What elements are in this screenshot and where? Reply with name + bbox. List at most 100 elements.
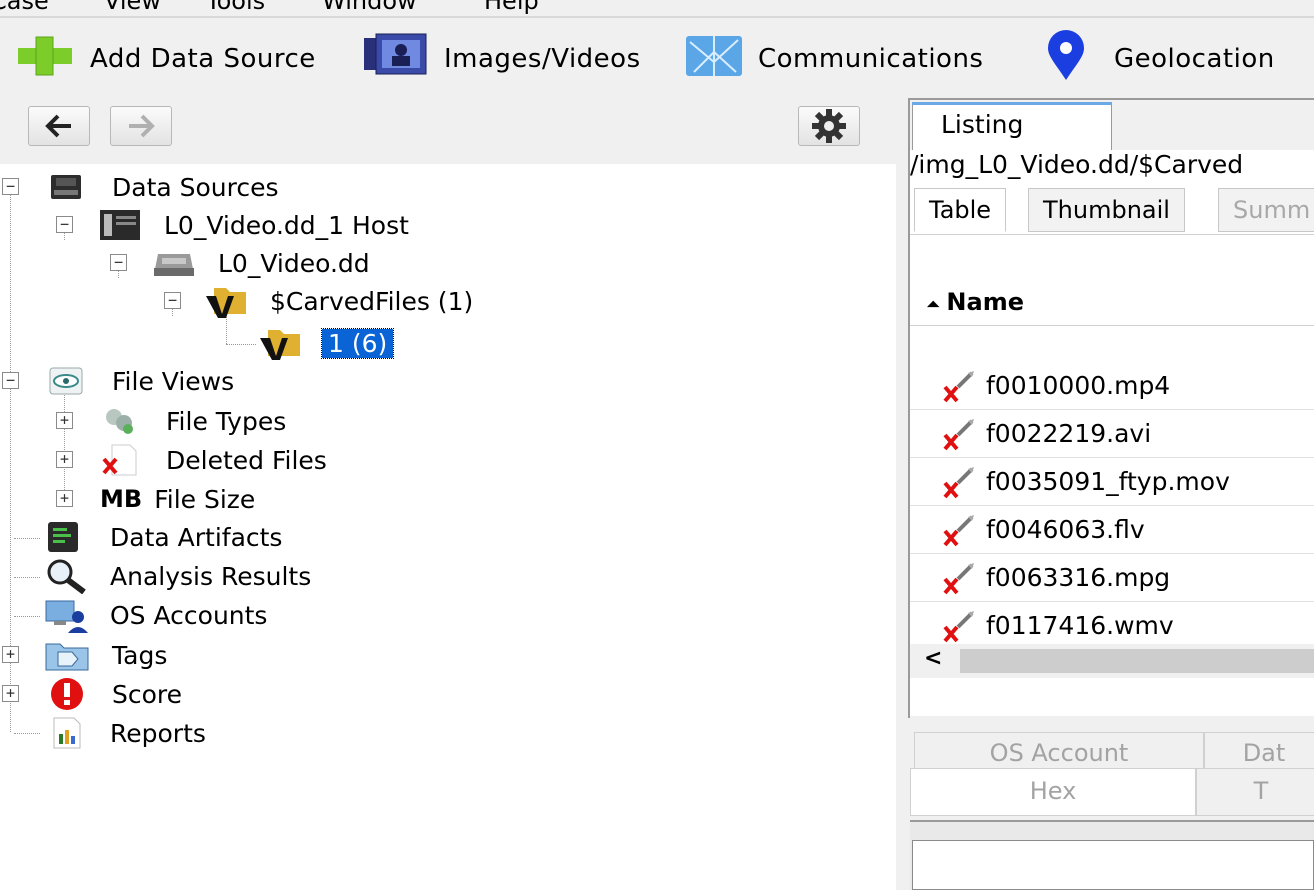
expand-deleted-files-toggle[interactable]: + [56,451,73,468]
tree-item-data-sources[interactable]: Data Sources [48,168,279,206]
collapse-image-toggle[interactable]: − [110,254,127,271]
expand-file-types-toggle[interactable]: + [56,412,73,429]
collapse-carved-toggle[interactable]: − [164,292,181,309]
images-videos-icon [362,32,430,87]
data-sources-icon [51,175,81,199]
tree-item-carved-files[interactable]: $CarvedFiles (1) [204,282,473,320]
collapse-host-toggle[interactable]: − [56,216,73,233]
table-row[interactable]: f0117416.wmv [910,602,1314,650]
result-subtabs: Table Thumbnail Summ [910,184,1314,234]
tree-label: Tags [112,640,168,670]
communications-icon [684,32,744,87]
tab-os-account[interactable]: OS Account [914,732,1204,772]
content-viewer: OS Account Dat Hex T [908,730,1314,890]
tree-label: OS Accounts [110,600,268,630]
images-videos-label: Images/Videos [444,44,641,74]
gear-icon [812,109,846,143]
tab-thumbnail[interactable]: Thumbnail [1028,188,1185,232]
table-row[interactable]: f0035091_ftyp.mov [910,458,1314,506]
forward-button[interactable] [110,106,172,146]
communications-button[interactable]: Communications [684,34,983,84]
menu-view[interactable]: View [104,0,161,14]
tree-label: File Views [112,366,235,396]
result-viewer-panel: Listing /img_L0_Video.dd/$Carved Table T… [908,98,1314,718]
expand-score-toggle[interactable]: + [2,685,19,702]
images-videos-button[interactable]: Images/Videos [362,32,641,87]
tree-item-os-accounts[interactable]: OS Accounts [44,596,267,634]
virtual-folder-icon [260,330,300,360]
score-alert-icon [51,678,83,710]
tree-item-file-size[interactable]: MB File Size [100,480,255,518]
map-pin-icon [1044,29,1088,89]
deleted-video-file-icon [943,562,974,594]
tree-item-image[interactable]: L0_Video.dd [152,244,370,282]
menu-tools[interactable]: Tools [206,0,265,14]
scroll-thumb[interactable] [960,649,1314,673]
tag-folder-icon [45,643,89,671]
virtual-folder-icon [206,288,246,318]
column-label: Name [946,288,1024,316]
table-row[interactable]: f0022219.avi [910,410,1314,458]
expand-tags-toggle[interactable]: + [2,646,19,663]
tree-item-deleted-files[interactable]: Deleted Files [100,441,327,479]
tree-label: File Types [166,406,287,436]
file-name: f0046063.flv [986,514,1145,544]
menu-bar: Case View Tools Window Help [0,0,1314,18]
tree-label: File Size [154,484,256,514]
name-column-header[interactable]: ⏶ Name [910,278,1314,326]
deleted-video-file-icon [943,610,974,642]
tree-nav-bar [0,98,896,164]
tree-item-tags[interactable]: Tags [44,636,167,674]
tree-label: Data Sources [112,172,279,202]
tree-label-selected: 1 (6) [320,327,395,359]
horizontal-scrollbar[interactable]: < [910,644,1314,678]
tree-item-data-artifacts[interactable]: Data Artifacts [44,518,282,556]
tree-item-folder-1[interactable]: 1 (6) [258,324,395,362]
tab-text[interactable]: T [1196,768,1314,816]
eye-icon [49,367,83,395]
tab-hex[interactable]: Hex [910,768,1196,816]
split-divider[interactable] [896,98,908,890]
scroll-left-button[interactable]: < [924,646,942,671]
add-data-source-button[interactable]: Add Data Source [14,34,316,84]
file-name: f0117416.wmv [986,610,1174,640]
table-row[interactable]: f0010000.mp4 [910,362,1314,410]
tree-item-analysis-results[interactable]: Analysis Results [44,557,311,595]
tree-item-host[interactable]: L0_Video.dd_1 Host [98,206,409,244]
deleted-file-icon [102,444,137,476]
tab-listing[interactable]: Listing [912,102,1112,150]
tree-item-file-views[interactable]: File Views [48,362,234,400]
tree-item-file-types[interactable]: File Types [100,402,286,440]
tree-item-score[interactable]: Score [44,675,182,713]
deleted-video-file-icon [943,418,974,450]
communications-label: Communications [758,44,984,74]
tree-label: Reports [110,718,206,748]
tab-table[interactable]: Table [914,188,1007,232]
table-row[interactable]: f0046063.flv [910,506,1314,554]
table-row[interactable]: f0063316.mpg [910,554,1314,602]
tree-label: L0_Video.dd_1 Host [164,210,409,240]
settings-button[interactable] [798,106,860,146]
file-name: f0035091_ftyp.mov [986,466,1230,496]
deleted-video-file-icon [943,514,974,546]
menu-case[interactable]: Case [0,0,49,14]
collapse-data-sources-toggle[interactable]: − [2,178,19,195]
tree-item-reports[interactable]: Reports [48,714,206,752]
file-name: f0063316.mpg [986,562,1171,592]
tab-data-artifacts[interactable]: Dat [1204,732,1314,772]
deleted-video-file-icon [943,466,974,498]
host-server-icon [100,210,140,240]
back-button[interactable] [28,106,90,146]
tree-label: Deleted Files [166,445,327,475]
hex-content-area [910,820,1314,890]
hex-viewer[interactable] [912,840,1314,890]
geolocation-button[interactable]: Geolocation [1044,29,1275,84]
collapse-file-views-toggle[interactable]: − [2,372,19,389]
tab-summary[interactable]: Summ [1218,188,1314,232]
menu-help[interactable]: Help [484,0,539,14]
expand-file-size-toggle[interactable]: + [56,490,73,507]
menu-window[interactable]: Window [322,0,417,14]
listing-path: /img_L0_Video.dd/$Carved [910,150,1314,184]
tree-label: Data Artifacts [110,522,283,552]
tree-label: $CarvedFiles (1) [270,286,474,316]
